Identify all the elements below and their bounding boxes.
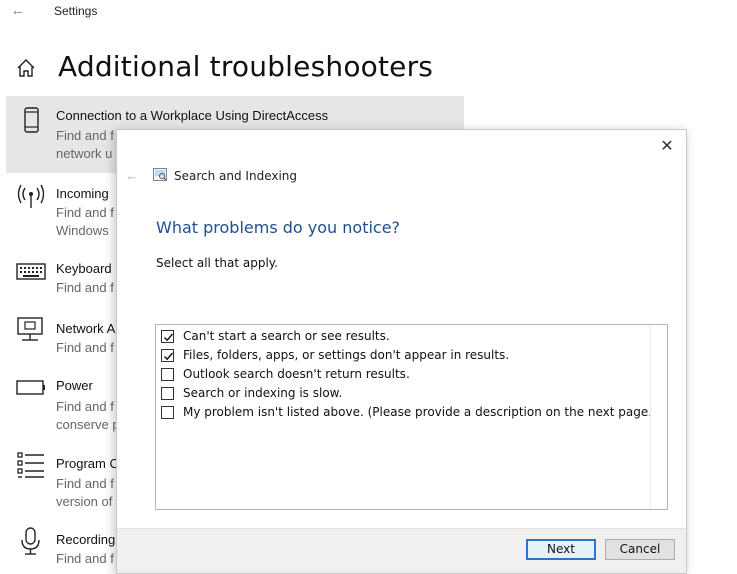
option-outlook-search[interactable]: Outlook search doesn't return results. bbox=[161, 366, 410, 382]
settings-titlebar: ← Settings bbox=[0, 0, 737, 26]
option-search-slow[interactable]: Search or indexing is slow. bbox=[161, 385, 342, 401]
troubleshooter-name: Recording bbox=[56, 532, 116, 547]
option-label: Search or indexing is slow. bbox=[183, 386, 343, 400]
troubleshooter-desc: Windows bbox=[56, 223, 109, 238]
troubleshooter-desc: Find and f bbox=[56, 280, 114, 295]
home-icon[interactable] bbox=[15, 57, 37, 79]
battery-icon bbox=[16, 380, 45, 395]
program-list-icon bbox=[17, 452, 44, 478]
scrollbar[interactable] bbox=[650, 325, 667, 509]
troubleshooter-name: Connection to a Workplace Using DirectAc… bbox=[56, 108, 329, 123]
option-cant-start-search[interactable]: Can't start a search or see results. bbox=[161, 328, 390, 344]
troubleshooter-name: Network A bbox=[56, 321, 116, 336]
troubleshooter-desc: Find and f bbox=[56, 551, 114, 566]
dialog-app-name: Search and Indexing bbox=[174, 169, 298, 183]
troubleshooter-name: Program C bbox=[56, 456, 119, 471]
search-indexing-icon bbox=[153, 168, 167, 181]
back-arrow-icon[interactable]: ← bbox=[8, 2, 28, 20]
troubleshooter-name: Incoming bbox=[56, 186, 109, 201]
back-arrow-icon[interactable]: ← bbox=[123, 167, 141, 185]
problem-options-list: Can't start a search or see results. Fil… bbox=[155, 324, 668, 510]
option-not-listed[interactable]: My problem isn't listed above. (Please p… bbox=[161, 404, 657, 420]
window-title: Settings bbox=[54, 4, 98, 18]
troubleshooter-name: Keyboard bbox=[56, 261, 112, 276]
troubleshooter-dialog: ✕ ← Search and Indexing What problems do… bbox=[116, 129, 687, 574]
page-title: Additional troubleshooters bbox=[58, 50, 434, 83]
troubleshooter-name: Power bbox=[56, 378, 93, 393]
cancel-button[interactable]: Cancel bbox=[605, 539, 675, 560]
option-files-not-in-results[interactable]: Files, folders, apps, or settings don't … bbox=[161, 347, 509, 363]
keyboard-icon bbox=[16, 263, 46, 280]
dialog-heading: What problems do you notice? bbox=[156, 218, 401, 237]
dialog-instruction: Select all that apply. bbox=[156, 256, 278, 270]
troubleshooter-desc: conserve p bbox=[56, 417, 120, 432]
checkbox-unchecked[interactable] bbox=[161, 386, 174, 400]
checkbox-checked[interactable] bbox=[161, 329, 174, 343]
option-label: Can't start a search or see results. bbox=[183, 329, 390, 343]
next-button[interactable]: Next bbox=[526, 539, 596, 560]
option-label: Files, folders, apps, or settings don't … bbox=[183, 348, 510, 362]
troubleshooter-desc: Find and f bbox=[56, 476, 114, 491]
wireless-icon bbox=[17, 184, 45, 208]
network-adapter-icon bbox=[17, 317, 43, 341]
dialog-footer: Next Cancel bbox=[117, 528, 686, 573]
close-icon[interactable]: ✕ bbox=[656, 136, 678, 158]
troubleshooter-desc: version of bbox=[56, 494, 113, 509]
checkbox-unchecked[interactable] bbox=[161, 367, 174, 381]
troubleshooter-desc: Find and f bbox=[56, 205, 114, 220]
troubleshooter-desc: network u bbox=[56, 146, 113, 161]
microphone-icon bbox=[21, 527, 40, 555]
troubleshooter-desc: Find and f bbox=[56, 128, 114, 143]
checkbox-unchecked[interactable] bbox=[161, 405, 174, 419]
option-label: Outlook search doesn't return results. bbox=[183, 367, 410, 381]
troubleshooter-desc: Find and f bbox=[56, 399, 114, 414]
checkbox-checked[interactable] bbox=[161, 348, 174, 362]
troubleshooter-desc: Find and f bbox=[56, 340, 114, 355]
phone-icon bbox=[24, 107, 39, 133]
page-header: Additional troubleshooters bbox=[0, 44, 737, 90]
option-label: My problem isn't listed above. (Please p… bbox=[183, 405, 657, 419]
